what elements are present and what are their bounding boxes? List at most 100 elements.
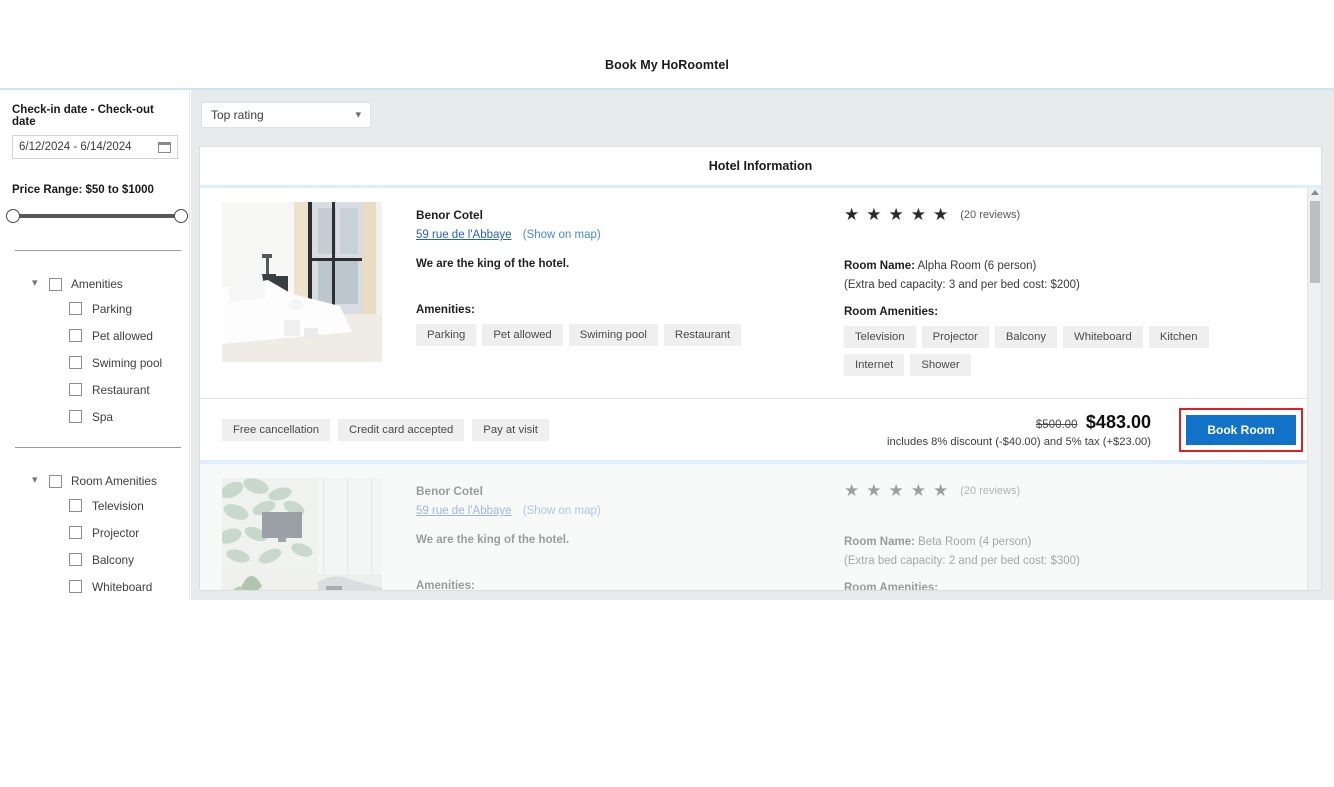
filter-item-parking[interactable]: Parking: [12, 295, 177, 322]
star-icon: ★: [933, 205, 949, 224]
filters-sidebar: Check-in date - Check-out date 6/12/2024…: [0, 90, 190, 600]
hotel-address-link[interactable]: 59 rue de l'Abbaye: [416, 229, 512, 241]
scroll-up-arrow-icon[interactable]: [1311, 190, 1319, 195]
review-count: (20 reviews): [960, 208, 1021, 221]
filter-item-television-label: Television: [92, 498, 144, 513]
filter-item-projector[interactable]: Projector: [12, 519, 177, 546]
sidebar-divider-1: [15, 250, 181, 251]
filter-item-balcony[interactable]: Balcony: [12, 546, 177, 573]
checkbox-spa[interactable]: [69, 410, 82, 423]
sort-select[interactable]: Top rating ▾: [201, 102, 371, 128]
checkbox-whiteboard[interactable]: [69, 580, 82, 593]
extra-bed-info: (Extra bed capacity: 3 and per bed cost:…: [844, 279, 1080, 291]
room-amenities-label: Room Amenities:: [844, 306, 939, 318]
price-breakdown: includes 8% discount (-$40.00) and 5% ta…: [887, 435, 1151, 448]
room-amenity-chip: Balcony: [994, 326, 1058, 348]
room-amenity-chip: Projector: [921, 326, 989, 348]
star-icon: ★: [866, 481, 882, 500]
slider-knob-min[interactable]: [6, 209, 20, 223]
results-content: Top rating ▾ Hotel Information Benor Cot…: [191, 90, 1334, 600]
checkbox-swiming-pool[interactable]: [69, 356, 82, 369]
star-icon: ★: [888, 205, 904, 224]
slider-knob-max[interactable]: [174, 209, 188, 223]
hotel-tagline: We are the king of the hotel.: [416, 534, 570, 546]
star-icon: ★: [910, 481, 926, 500]
calendar-icon[interactable]: [158, 141, 171, 153]
filter-item-whiteboard[interactable]: Whiteboard: [12, 573, 177, 600]
rating-stars: ★ ★ ★ ★ ★ (20 reviews): [844, 206, 1303, 223]
filter-item-swiming-pool-label: Swiming pool: [92, 355, 163, 370]
filter-item-pet-allowed[interactable]: Pet allowed: [12, 322, 177, 349]
filter-item-restaurant[interactable]: Restaurant: [12, 376, 177, 403]
hotel-thumbnail[interactable]: [222, 202, 382, 362]
rating-stars: ★ ★ ★ ★ ★ (20 reviews): [844, 482, 1303, 499]
hotel-card[interactable]: Benor Cotel 59 rue de l'Abbaye (Show on …: [200, 188, 1321, 464]
amenities-chip-list: Parking Pet allowed Swiming pool Restaur…: [416, 324, 806, 346]
hotel-list[interactable]: Benor Cotel 59 rue de l'Abbaye (Show on …: [200, 185, 1321, 590]
amenity-chip: Pet allowed: [482, 324, 563, 346]
room-name-value: Alpha Room (6 person): [917, 260, 1037, 272]
filter-item-pet-allowed-label: Pet allowed: [92, 328, 153, 343]
hotel-address-row: 59 rue de l'Abbaye (Show on map): [416, 505, 838, 517]
filter-group-amenities: ▾ Amenities Parking Pet allowed Swiming …: [12, 273, 177, 430]
final-price: $483.00: [1085, 411, 1151, 432]
checkbox-television[interactable]: [69, 499, 82, 512]
scrollbar-thumb[interactable]: [1310, 201, 1320, 283]
room-summary: ★ ★ ★ ★ ★ (20 reviews) Room Name: Beta R…: [838, 478, 1303, 590]
filter-group-amenities-label: Amenities: [71, 277, 123, 291]
room-amenity-chip: Television: [844, 326, 916, 348]
star-icon: ★: [866, 205, 882, 224]
vertical-scrollbar[interactable]: [1307, 188, 1321, 590]
price-block: $500.00 $483.00 includes 8% discount (-$…: [879, 412, 1179, 448]
checkbox-balcony[interactable]: [69, 553, 82, 566]
page-title: Book My HoRoomtel: [605, 58, 729, 72]
hotel-summary: Benor Cotel 59 rue de l'Abbaye (Show on …: [382, 478, 838, 590]
room-name-label: Room Name:: [844, 260, 915, 272]
amenities-label: Amenities:: [416, 304, 475, 316]
hotel-card-footer: Free cancellation Credit card accepted P…: [200, 398, 1321, 460]
chevron-down-icon[interactable]: ▾: [32, 474, 44, 486]
filter-item-spa[interactable]: Spa: [12, 403, 177, 430]
chevron-down-icon[interactable]: ▾: [32, 277, 44, 289]
room-name-label: Room Name:: [844, 536, 915, 548]
star-icon: ★: [933, 481, 949, 500]
checkbox-projector[interactable]: [69, 526, 82, 539]
room-amenities-chip-list: Television Projector Balcony Whiteboard …: [844, 326, 1244, 376]
slider-track: [13, 214, 181, 218]
hotel-thumbnail[interactable]: [222, 478, 382, 590]
room-name-row: Room Name: Alpha Room (6 person): [844, 260, 1303, 272]
price-range-label: Price Range: $50 to $1000: [12, 184, 154, 196]
room-amenities-label: Room Amenities:: [844, 582, 939, 590]
checkbox-pet-allowed[interactable]: [69, 329, 82, 342]
show-on-map-link[interactable]: (Show on map): [523, 229, 601, 241]
policy-chip: Credit card accepted: [338, 418, 465, 441]
hotel-address-link[interactable]: 59 rue de l'Abbaye: [416, 505, 512, 517]
filter-item-projector-label: Projector: [92, 525, 140, 540]
show-on-map-link[interactable]: (Show on map): [523, 505, 601, 517]
filter-group-room-amenities-header[interactable]: ▾ Room Amenities: [12, 470, 177, 492]
hotel-tagline: We are the king of the hotel.: [416, 258, 570, 270]
filter-item-whiteboard-label: Whiteboard: [92, 579, 153, 594]
date-range-input[interactable]: 6/12/2024 - 6/14/2024: [12, 135, 178, 159]
checkbox-amenities[interactable]: [49, 277, 62, 291]
chevron-down-icon[interactable]: ▾: [355, 108, 361, 121]
checkbox-parking[interactable]: [69, 302, 82, 315]
extra-bed-info: (Extra bed capacity: 2 and per bed cost:…: [844, 555, 1080, 567]
filter-item-balcony-label: Balcony: [92, 552, 134, 567]
book-room-button[interactable]: Book Room: [1186, 414, 1296, 445]
star-icon: ★: [844, 481, 860, 500]
hotel-name: Benor Cotel: [416, 208, 483, 222]
filter-item-swiming-pool[interactable]: Swiming pool: [12, 349, 177, 376]
hotel-card[interactable]: Benor Cotel 59 rue de l'Abbaye (Show on …: [200, 464, 1321, 590]
price-range-slider[interactable]: [6, 209, 188, 223]
results-toolbar: Top rating ▾: [191, 90, 1334, 146]
filter-item-parking-label: Parking: [92, 301, 132, 316]
filter-group-amenities-header[interactable]: ▾ Amenities: [12, 273, 177, 295]
original-price: $500.00: [1035, 418, 1078, 431]
amenities-label: Amenities:: [416, 580, 475, 590]
checkbox-restaurant[interactable]: [69, 383, 82, 396]
book-room-highlight: Book Room: [1179, 407, 1303, 452]
hotel-summary: Benor Cotel 59 rue de l'Abbaye (Show on …: [382, 202, 838, 376]
checkbox-room-amenities[interactable]: [49, 474, 62, 488]
filter-item-television[interactable]: Television: [12, 492, 177, 519]
